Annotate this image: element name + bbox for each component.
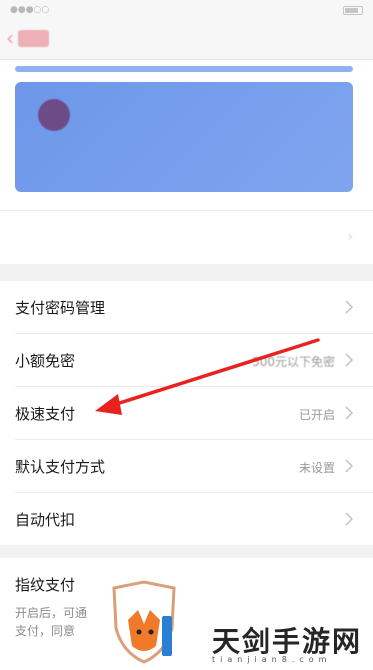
description-line: 支付，同意: [15, 624, 76, 638]
back-button[interactable]: ‹: [6, 26, 50, 50]
settings-row-auto-deduction[interactable]: 自动代扣: [0, 493, 373, 546]
carrier-signal: ●●●○○: [10, 5, 50, 15]
description-line: 开启后，可通: [15, 606, 88, 620]
watermark-fox-shield-icon: [112, 580, 176, 664]
back-label-redacted: [18, 29, 50, 47]
chevron-left-icon: ‹: [6, 26, 14, 50]
navigation-bar: ‹: [0, 20, 373, 60]
settings-row-password-management[interactable]: 支付密码管理: [0, 281, 373, 334]
status-right: [343, 5, 363, 15]
watermark-url: tianjian8.com: [212, 655, 332, 664]
chevron-right-icon: [345, 300, 354, 314]
row-value: 已开启: [298, 408, 335, 422]
row-value: 未设置: [298, 461, 335, 475]
settings-row-quick-pay[interactable]: 极速支付 已开启: [0, 387, 373, 440]
bank-card[interactable]: [15, 82, 353, 192]
fingerprint-payment-label: 指纹支付: [15, 576, 76, 594]
bank-logo: [38, 99, 70, 131]
row-label: 小额免密: [15, 352, 76, 370]
battery-icon: [343, 5, 363, 15]
add-card-row[interactable]: ›: [0, 210, 373, 264]
row-label: 支付密码管理: [15, 299, 106, 317]
row-label: 默认支付方式: [15, 458, 106, 476]
chevron-right-icon: ›: [347, 229, 353, 245]
settings-row-small-amount-no-password[interactable]: 小额免密 500元以下免密: [0, 334, 373, 387]
fingerprint-payment-description: 开启后，可通 支付，同意: [15, 604, 107, 640]
card-stack-strip: [15, 66, 353, 72]
chevron-right-icon: [345, 406, 354, 420]
payment-settings-list: 支付密码管理 小额免密 500元以下免密 极速支付 已开启 默认支付方式 未设置…: [0, 281, 373, 545]
chevron-right-icon: [345, 353, 354, 367]
chevron-right-icon: [345, 512, 354, 526]
row-value: 500元以下免密: [252, 355, 335, 369]
row-label: 自动代扣: [15, 511, 76, 529]
row-label: 极速支付: [15, 405, 76, 423]
chevron-right-icon: [345, 459, 354, 473]
settings-row-default-payment-method[interactable]: 默认支付方式 未设置: [0, 440, 373, 493]
watermark-site-name: 天剑手游网: [212, 625, 363, 658]
status-bar: ●●●○○: [0, 0, 373, 20]
